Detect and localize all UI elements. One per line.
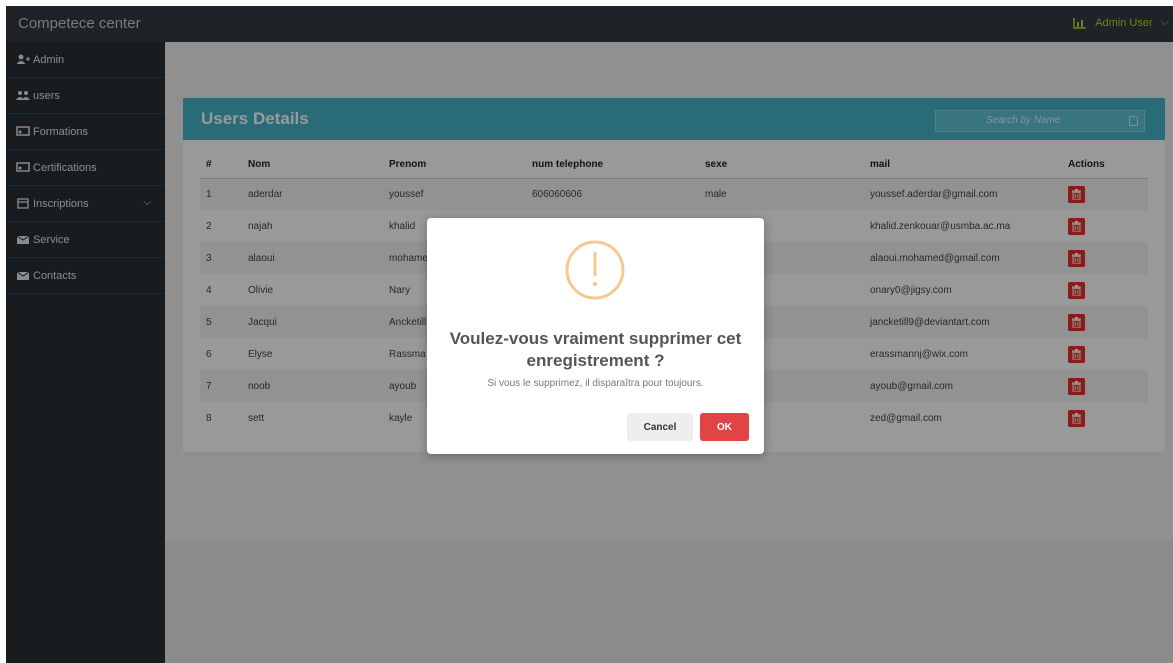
confirm-dialog: Voulez-vous vraiment supprimer cet enreg… bbox=[427, 218, 764, 454]
app-window: Competece center Admin User ⌵ Admin user… bbox=[6, 6, 1173, 663]
backdrop-band bbox=[165, 540, 1173, 663]
warning-icon bbox=[565, 240, 625, 300]
ok-button[interactable]: OK bbox=[700, 413, 749, 441]
cancel-button[interactable]: Cancel bbox=[627, 413, 693, 441]
dialog-text: Si vous le supprimez, il disparaîtra pou… bbox=[487, 378, 704, 389]
dialog-title: Voulez-vous vraiment supprimer cet enreg… bbox=[449, 329, 742, 370]
